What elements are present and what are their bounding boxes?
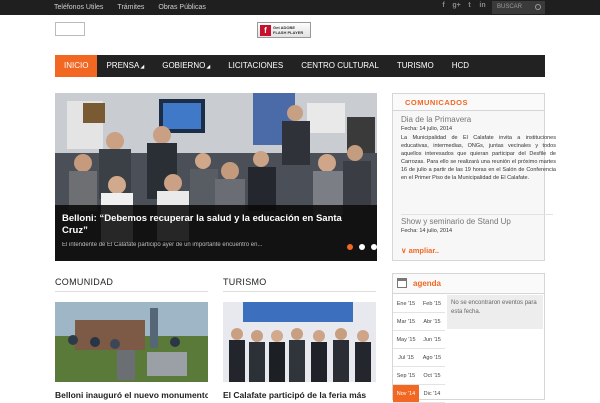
month-mar-15[interactable]: Mar '15 [393,313,419,330]
month-ene-15[interactable]: Ene '15 [393,295,419,312]
month-row: Ene '15 Feb '15 [393,295,445,313]
social-links: f g+ t in [437,2,489,9]
month-nov-14[interactable]: Nov '14 [393,385,419,402]
agenda-header: agenda [393,274,544,294]
nav-item-inicio[interactable]: INICIO [55,55,98,77]
slider-dot-3[interactable] [371,244,377,250]
linkedin-icon[interactable]: in [476,2,489,9]
dropdown-arrow-icon: ◢ [140,64,145,70]
month-row: Jul '15 Ago '15 [393,349,445,367]
month-abr-15[interactable]: Abr '15 [419,313,445,330]
top-links: Teléfonos Utiles Trámites Obras Públicas [54,0,220,15]
comunidad-photo[interactable] [55,302,208,382]
month-row: Sep '15 Oct '15 [393,367,445,385]
ampliar-link[interactable]: ∨ ampliar.. [401,246,439,255]
comunidad-image [55,302,208,382]
top-bar: Teléfonos Utiles Trámites Obras Públicas… [0,0,600,15]
slider-dot-2[interactable] [359,244,365,250]
search-placeholder: BUSCAR [497,4,523,10]
twitter-icon[interactable]: t [463,2,476,9]
comunidad-divider [55,291,208,292]
comunidad-heading[interactable]: COMUNIDAD [55,277,113,287]
month-ago-15[interactable]: Ago '15 [419,349,445,366]
top-link-telefonos[interactable]: Teléfonos Utiles [54,4,103,11]
news-item-body: La Municipalidad de El Calafate invita a… [401,135,556,181]
turismo-photo[interactable] [223,302,376,382]
news-item-date: Fecha: 14 julio, 2014 [401,228,453,234]
comunicados-box: COMUNICADOS Dia de la Primavera Fecha: 1… [392,93,556,261]
slider-title[interactable]: Belloni: “Debemos recuperar la salud y l… [62,213,362,237]
month-jul-15[interactable]: Jul '15 [393,349,419,366]
googleplus-icon[interactable]: g+ [450,2,463,9]
news-item: Dia de la Primavera Fecha: 14 julio, 201… [401,115,556,182]
month-jun-15[interactable]: Jun '15 [419,331,445,348]
comunicados-header: COMUNICADOS [393,94,544,111]
month-oct-15[interactable]: Oct '15 [419,367,445,384]
agenda-box: agenda Ene '15 Feb '15 Mar '15 Abr '15 M… [392,273,545,403]
top-link-obras[interactable]: Obras Públicas [158,4,205,11]
agenda-title: agenda [413,279,442,288]
nav-item-gobierno[interactable]: GOBIERNO◢ [153,55,219,77]
facebook-icon[interactable]: f [437,2,450,9]
flash-icon: f [260,24,271,36]
turismo-divider [223,291,376,292]
news-item-title[interactable]: Dia de la Primavera [401,115,556,124]
slider-excerpt: El intendente de El Calafate participó a… [62,242,263,248]
nav-item-prensa[interactable]: PRENSA◢ [97,55,153,77]
slider-caption: Belloni: “Debemos recuperar la salud y l… [55,205,377,261]
news-item-date: Fecha: 14 julio, 2014 [401,126,453,132]
month-dic-14[interactable]: Dic '14 [419,385,445,402]
turismo-heading[interactable]: TURISMO [223,277,267,287]
calendar-icon [397,278,407,288]
month-row: Mar '15 Abr '15 [393,313,445,331]
nav-item-turismo[interactable]: TURISMO [388,55,443,77]
news-item: Show y seminario de Stand Up Fecha: 14 j… [401,217,556,234]
agenda-empty-message: No se encontraron eventos para esta fech… [447,295,543,329]
news-item-title[interactable]: Show y seminario de Stand Up [401,217,556,226]
top-link-tramites[interactable]: Trámites [117,4,144,11]
turismo-image [223,302,376,382]
agenda-months: Ene '15 Feb '15 Mar '15 Abr '15 May '15 … [393,295,445,403]
flash-line2: FLASH PLAYER [273,30,304,35]
main-nav: INICIO PRENSA◢ GOBIERNO◢ LICITACIONES CE… [55,55,545,77]
nav-item-licitaciones[interactable]: LICITACIONES [219,55,292,77]
month-row: Nov '14 Dic '14 [393,385,445,403]
month-row: May '15 Jun '15 [393,331,445,349]
slider-dots [341,244,377,250]
search-input[interactable]: BUSCAR [492,1,545,14]
dropdown-arrow-icon: ◢ [206,64,211,70]
news-divider [401,214,553,215]
month-sep-15[interactable]: Sep '15 [393,367,419,384]
month-feb-15[interactable]: Feb '15 [419,295,445,312]
slider-dot-1[interactable] [347,244,353,250]
month-may-15[interactable]: May '15 [393,331,419,348]
comunidad-caption[interactable]: Belloni inauguró el nuevo monumento [55,390,208,400]
nav-item-hcd[interactable]: HCD [443,55,478,77]
search-icon[interactable] [535,4,541,10]
comunicados-title: COMUNICADOS [405,98,468,107]
nav-item-centro-cultural[interactable]: CENTRO CULTURAL [292,55,388,77]
flash-player-badge[interactable]: f Get ADOBE FLASH PLAYER [257,22,311,38]
site-logo[interactable] [55,22,85,36]
turismo-caption[interactable]: El Calafate participó de la feria más [223,390,376,400]
